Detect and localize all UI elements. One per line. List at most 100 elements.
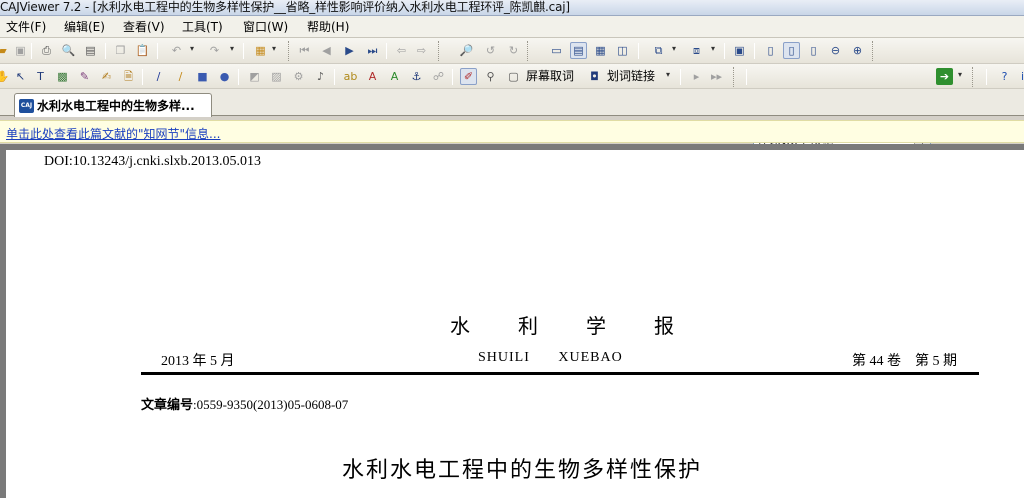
page-setup-icon[interactable]: ▤ (82, 42, 99, 59)
journal-title: 水利学报 (450, 316, 722, 338)
folder-options-icon[interactable]: ▦ (252, 42, 269, 59)
screen-word-icon[interactable]: ▢ (505, 68, 522, 85)
link-icon[interactable]: ☍ (430, 68, 447, 85)
menu-window[interactable]: 窗口(W) (243, 20, 288, 34)
play-icon[interactable]: ▸ (688, 68, 705, 85)
highlight-icon[interactable]: ✍ (98, 68, 115, 85)
tab-label: 水利水电工程中的生物多样... (37, 99, 195, 113)
image-select-icon[interactable]: ▩ (54, 68, 71, 85)
anchor-icon[interactable]: ⚓ (408, 68, 425, 85)
menu-bar: 文件(F) 编辑(E) 查看(V) 工具(T) 窗口(W) 帮助(H) (0, 16, 1024, 38)
paste-icon[interactable]: 📋 (134, 42, 151, 59)
separator (986, 69, 987, 85)
continuous-page-icon[interactable]: ▤ (570, 42, 587, 59)
prev-page-icon[interactable]: ◀ (318, 42, 335, 59)
note-icon[interactable]: 🗎 (120, 68, 137, 85)
document-viewport[interactable]: DOI:10.13243/j.cnki.slxb.2013.05.013 水利学… (0, 144, 1024, 498)
next-link-icon[interactable]: ▸▸ (708, 68, 725, 85)
hand-tool-icon[interactable]: ✋ (0, 68, 11, 85)
settings-icon[interactable]: ⚙ (290, 68, 307, 85)
word-link-label[interactable]: 划词链接 (607, 70, 655, 83)
next-page-icon[interactable]: ▶ (341, 42, 358, 59)
stamp-icon[interactable]: ▨ (268, 68, 285, 85)
rotate-right-icon[interactable]: ↻ (505, 42, 522, 59)
save-icon[interactable]: ▣ (12, 42, 29, 59)
separator (638, 43, 639, 59)
zoom-in-icon[interactable]: ⊕ (849, 42, 866, 59)
knowledge-icon[interactable]: ⚲ (482, 68, 499, 85)
zoom-out-icon[interactable]: ⊖ (827, 42, 844, 59)
redo-dropdown-icon[interactable]: ▾ (230, 44, 234, 53)
first-page-icon[interactable]: ⏮ (296, 42, 313, 59)
separator (746, 69, 747, 85)
print-icon[interactable]: ⎙ (38, 42, 55, 59)
menu-view[interactable]: 查看(V) (123, 20, 165, 34)
toolbar-grip[interactable] (872, 41, 878, 61)
toolbar-grip[interactable] (527, 41, 533, 61)
word-link-dropdown-icon[interactable]: ▾ (666, 70, 670, 79)
marker-icon[interactable]: ∕ (172, 68, 189, 85)
last-page-icon[interactable]: ⏭ (364, 42, 381, 59)
separator (452, 69, 453, 85)
about-icon[interactable]: i (1014, 68, 1024, 85)
underline-icon[interactable]: A (386, 68, 403, 85)
rotate-left-icon[interactable]: ↺ (482, 42, 499, 59)
search-go-dropdown-icon[interactable]: ▾ (958, 70, 962, 79)
separator (334, 69, 335, 85)
article-number-label: 文章编号 (141, 397, 194, 412)
issue-date: 2013 年 5 月 (161, 354, 235, 369)
article-title: 水利水电工程中的生物多样性保护 (342, 458, 703, 483)
layout-dropdown-icon[interactable]: ▾ (672, 44, 676, 53)
menu-tools[interactable]: 工具(T) (182, 20, 223, 34)
folder-dropdown-icon[interactable]: ▾ (272, 44, 276, 53)
continuous-facing-icon[interactable]: ◫ (614, 42, 631, 59)
separator (157, 43, 158, 59)
fit-width-icon[interactable]: ▯ (805, 42, 822, 59)
menu-file[interactable]: 文件(F) (6, 20, 46, 34)
toolbar-grip[interactable] (733, 67, 739, 87)
search-go-icon[interactable]: ➔ (936, 68, 953, 85)
word-link-icon[interactable]: ◘ (586, 68, 603, 85)
undo-dropdown-icon[interactable]: ▾ (190, 44, 194, 53)
full-screen-icon[interactable]: ▣ (731, 42, 748, 59)
tools-toolbar: ✋ ↖ T ▩ ✎ ✍ 🗎 ∕ ∕ ■ ● ◩ ▨ ⚙ ♪ ab A A ⚓ ☍… (0, 64, 1024, 150)
back-icon[interactable]: ⇦ (393, 42, 410, 59)
facing-pages-icon[interactable]: ▦ (592, 42, 609, 59)
print-preview-icon[interactable]: 🔍 (60, 42, 77, 59)
copy-icon[interactable]: ❐ (112, 42, 129, 59)
caj-file-icon: CAJ (19, 98, 34, 113)
article-number-value: :0559-9350(2013)05-0608-07 (193, 397, 349, 412)
ocr-icon[interactable]: ✎ (76, 68, 93, 85)
layout-icon[interactable]: ⧉ (650, 42, 667, 59)
menu-edit[interactable]: 编辑(E) (64, 20, 105, 34)
arrange-icon[interactable]: ⧈ (688, 42, 705, 59)
knowledge-node-link[interactable]: 单击此处查看此篇文献的"知网节"信息... (6, 125, 220, 142)
music-icon[interactable]: ♪ (312, 68, 329, 85)
pen-icon[interactable]: ∕ (150, 68, 167, 85)
document-tab[interactable]: CAJ 水利水电工程中的生物多样... (14, 93, 212, 117)
rectangle-icon[interactable]: ■ (194, 68, 211, 85)
strikeout-icon[interactable]: A (364, 68, 381, 85)
bookmark-icon[interactable]: ✐ (460, 68, 477, 85)
toolbar-grip[interactable] (438, 41, 444, 61)
toolbar-grip[interactable] (972, 67, 978, 87)
text-select-icon[interactable]: T (32, 68, 49, 85)
single-page-icon[interactable]: ▭ (548, 42, 565, 59)
separator (31, 43, 32, 59)
fit-page-icon[interactable]: ▯ (783, 42, 800, 59)
pinyin-icon[interactable]: ab (342, 68, 359, 85)
screen-word-label[interactable]: 屏幕取词 (526, 70, 574, 83)
arrange-dropdown-icon[interactable]: ▾ (711, 44, 715, 53)
eraser-icon[interactable]: ◩ (246, 68, 263, 85)
find-icon[interactable]: 🔎 (458, 42, 475, 59)
redo-icon[interactable]: ↷ (206, 42, 223, 59)
help-icon[interactable]: ? (996, 68, 1013, 85)
toolbar-grip[interactable] (288, 41, 294, 61)
ellipse-icon[interactable]: ● (216, 68, 233, 85)
select-tool-icon[interactable]: ↖ (12, 68, 29, 85)
menu-help[interactable]: 帮助(H) (307, 20, 349, 34)
open-icon[interactable]: ▰ (0, 42, 11, 59)
undo-icon[interactable]: ↶ (168, 42, 185, 59)
actual-size-icon[interactable]: ▯ (762, 42, 779, 59)
forward-icon[interactable]: ⇨ (413, 42, 430, 59)
